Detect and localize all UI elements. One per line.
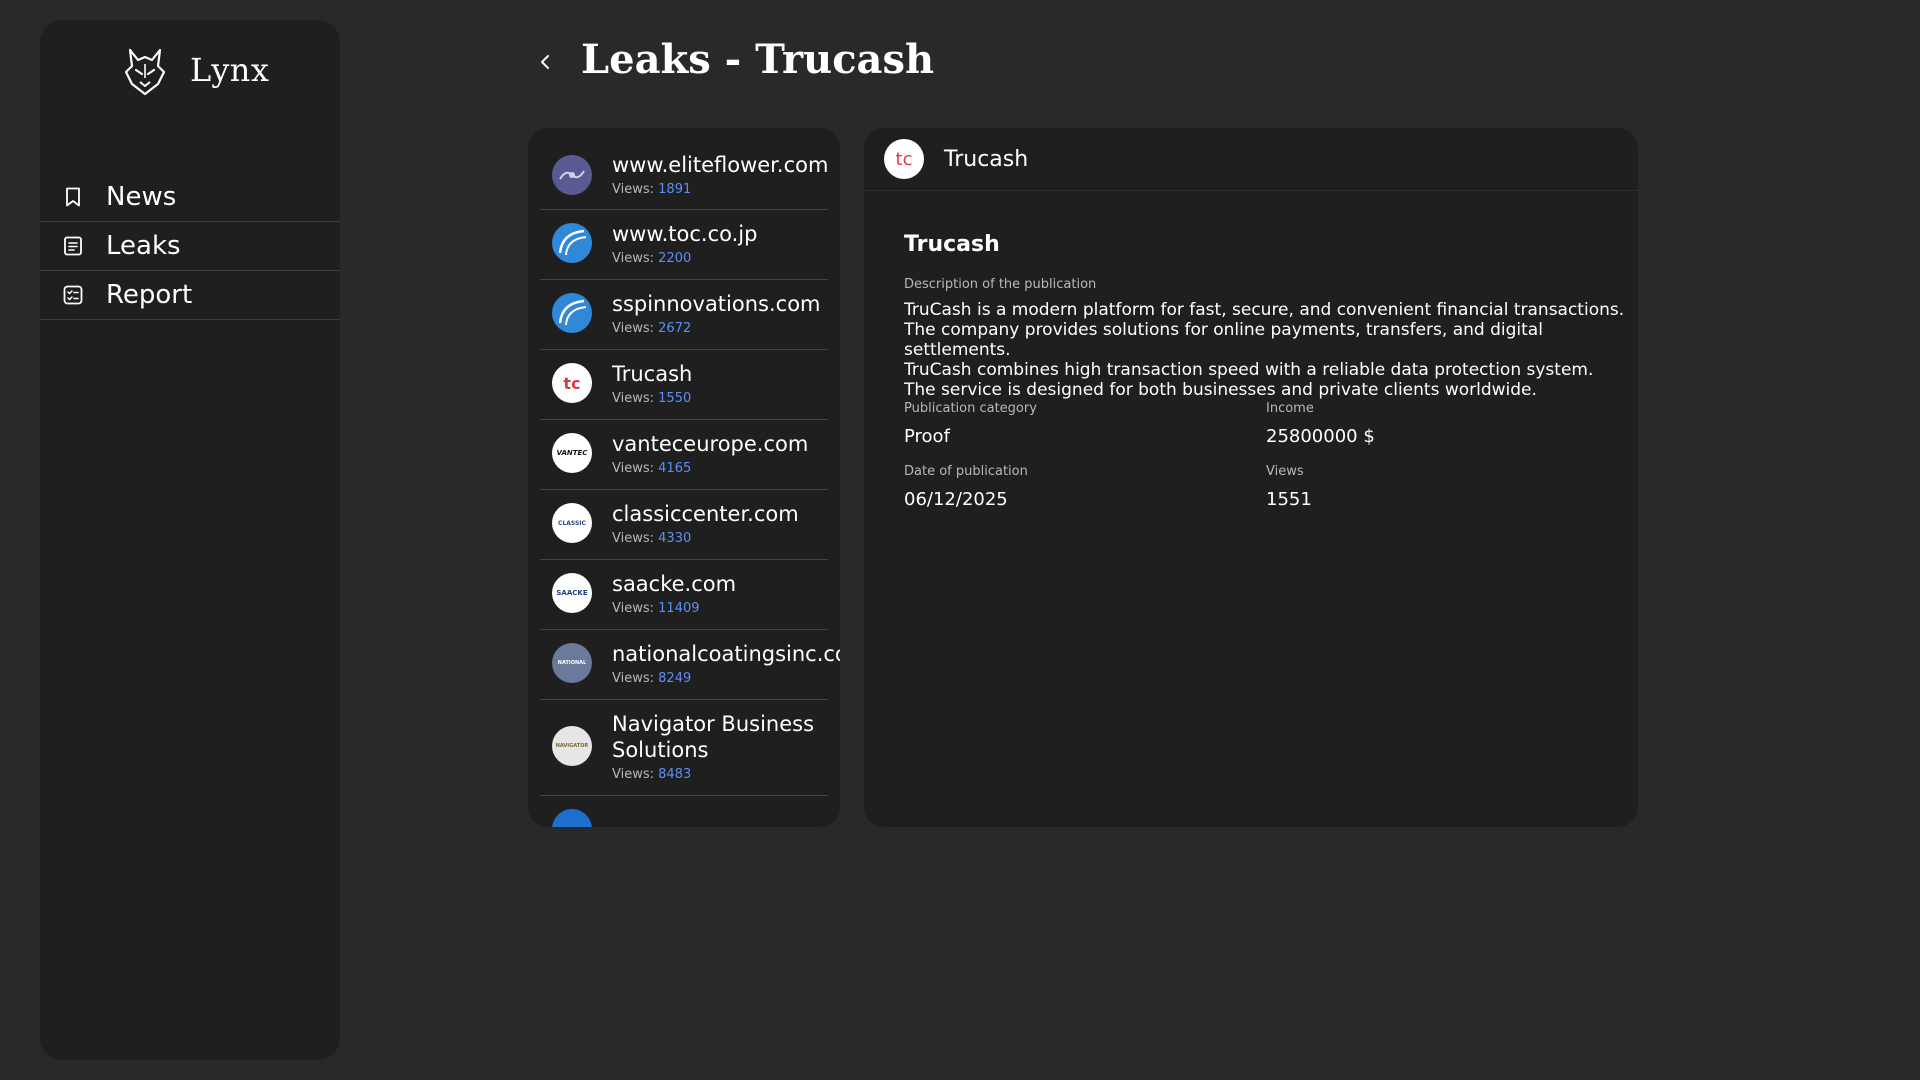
list-item-name: Trucash (612, 362, 693, 386)
list-item-name: vanteceurope.com (612, 432, 809, 456)
income-field: Income 25800000 $ (1266, 401, 1375, 447)
sidebar-item-label: Leaks (106, 231, 181, 261)
sidebar-item-label: News (106, 182, 177, 212)
list-item[interactable] (540, 796, 828, 827)
sidebar: Lynx News Leaks Report (40, 20, 340, 1060)
list-item-views: Views: 2672 (612, 321, 692, 336)
category-value: Proof (904, 426, 950, 447)
company-logo: CLASSIC (552, 503, 592, 543)
sidebar-item-label: Report (106, 280, 193, 310)
list-item-name: Navigator Business Solutions (612, 712, 815, 762)
date-label: Date of publication (904, 464, 1028, 479)
detail-header-name: Trucash (944, 146, 1029, 172)
list-item-name: www.toc.co.jp (612, 222, 758, 246)
list-item[interactable]: NATIONAL nationalcoatingsinc.com Views: … (540, 630, 840, 700)
list-item-views: Views: 8249 (612, 671, 692, 686)
list-item[interactable]: www.toc.co.jp Views: 2200 (540, 210, 828, 280)
list-item[interactable]: CLASSIC classiccenter.com Views: 4330 (540, 490, 828, 560)
list-item[interactable]: SAACKE saacke.com Views: 11409 (540, 560, 828, 630)
list-item[interactable]: www.eliteflower.com Views: 1891 (540, 140, 828, 210)
description-text: TruCash is a modern platform for fast, s… (904, 300, 1625, 400)
app-name: Lynx (190, 51, 270, 89)
date-field: Date of publication 06/12/2025 (904, 464, 1028, 510)
income-label: Income (1266, 401, 1314, 416)
detail-title: Trucash (904, 232, 1000, 257)
list-item-views: Views: 4165 (612, 461, 692, 476)
list-item-views: Views: 1550 (612, 391, 692, 406)
sidebar-item-leaks[interactable]: Leaks (40, 222, 340, 271)
company-logo: VANTEC (552, 433, 592, 473)
company-logo: tc (884, 139, 924, 179)
leak-detail-panel: tc Trucash Trucash Description of the pu… (864, 128, 1638, 827)
list-item[interactable]: VANTEC vanteceurope.com Views: 4165 (540, 420, 828, 490)
list-item-name: saacke.com (612, 572, 737, 596)
category-label: Publication category (904, 401, 1037, 416)
list-item-name: nationalcoatingsinc.com (612, 642, 840, 666)
date-value: 06/12/2025 (904, 489, 1008, 510)
bookmark-icon (62, 186, 84, 208)
sidebar-nav: News Leaks Report (40, 173, 340, 320)
list-item-views: Views: 11409 (612, 601, 700, 616)
list-item-views: Views: 2200 (612, 251, 692, 266)
list-item-name: sspinnovations.com (612, 292, 821, 316)
category-field: Publication category Proof (904, 401, 1037, 447)
company-logo: SAACKE (552, 573, 592, 613)
company-logo (552, 223, 592, 263)
checklist-icon (62, 284, 84, 306)
lynx-logo-icon (124, 48, 166, 96)
list-item-views: Views: 1891 (612, 182, 692, 197)
list-item-views: Views: 4330 (612, 531, 692, 546)
chevron-left-icon (541, 55, 549, 69)
list-item[interactable]: NAVIGATOR Navigator Business Solutions V… (540, 700, 828, 796)
company-logo: NATIONAL (552, 643, 592, 683)
company-logo: tc (552, 363, 592, 403)
page-title: Leaks - Trucash (581, 36, 935, 83)
views-label: Views (1266, 464, 1304, 479)
company-logo (552, 293, 592, 333)
list-icon (62, 235, 84, 257)
list-item-name: classiccenter.com (612, 502, 799, 526)
leaks-list: www.eliteflower.com Views: 1891 www.toc.… (540, 140, 840, 827)
list-item-name: www.eliteflower.com (612, 153, 829, 177)
sidebar-item-news[interactable]: News (40, 173, 340, 222)
list-item[interactable]: tc Trucash Views: 1550 (540, 350, 828, 420)
company-logo (552, 809, 592, 827)
detail-header: tc Trucash (864, 128, 1638, 191)
views-field: Views 1551 (1266, 464, 1312, 510)
company-logo (552, 155, 592, 195)
list-item-views: Views: 8483 (612, 767, 692, 782)
description-label: Description of the publication (904, 277, 1097, 292)
back-button[interactable] (533, 50, 557, 74)
views-value: 1551 (1266, 489, 1312, 510)
sidebar-item-report[interactable]: Report (40, 271, 340, 320)
brand[interactable]: Lynx (120, 40, 269, 100)
list-item[interactable]: sspinnovations.com Views: 2672 (540, 280, 828, 350)
leaks-list-panel[interactable]: www.eliteflower.com Views: 1891 www.toc.… (528, 128, 840, 827)
income-value: 25800000 $ (1266, 426, 1375, 447)
company-logo: NAVIGATOR (552, 726, 592, 766)
